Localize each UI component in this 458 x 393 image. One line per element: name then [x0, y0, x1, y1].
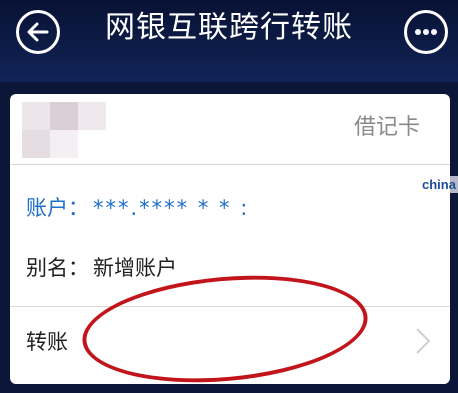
alias-label: 别名： [26, 256, 89, 280]
chevron-right-icon [416, 328, 431, 354]
account-label: 账户： [26, 196, 89, 220]
alias-value: 新增账户 [93, 256, 177, 280]
more-dots-icon [415, 29, 437, 35]
pixelated-bank-logo [22, 102, 106, 158]
account-number: ***.**** * * : [93, 196, 250, 220]
watermark-text: china [420, 176, 458, 193]
transfer-label: 转账 [26, 330, 68, 354]
alias-row: 别名： 新增账户 [26, 254, 177, 282]
more-button[interactable] [404, 10, 448, 54]
divider [10, 164, 450, 165]
transfer-row[interactable]: 转账 [26, 328, 68, 356]
page-title: 网银互联跨行转账 [105, 10, 353, 45]
account-row: 账户： ***.**** * * : [26, 194, 249, 222]
top-bar: 网银互联跨行转账 [0, 0, 458, 82]
card-type-label: 借记卡 [353, 115, 420, 140]
